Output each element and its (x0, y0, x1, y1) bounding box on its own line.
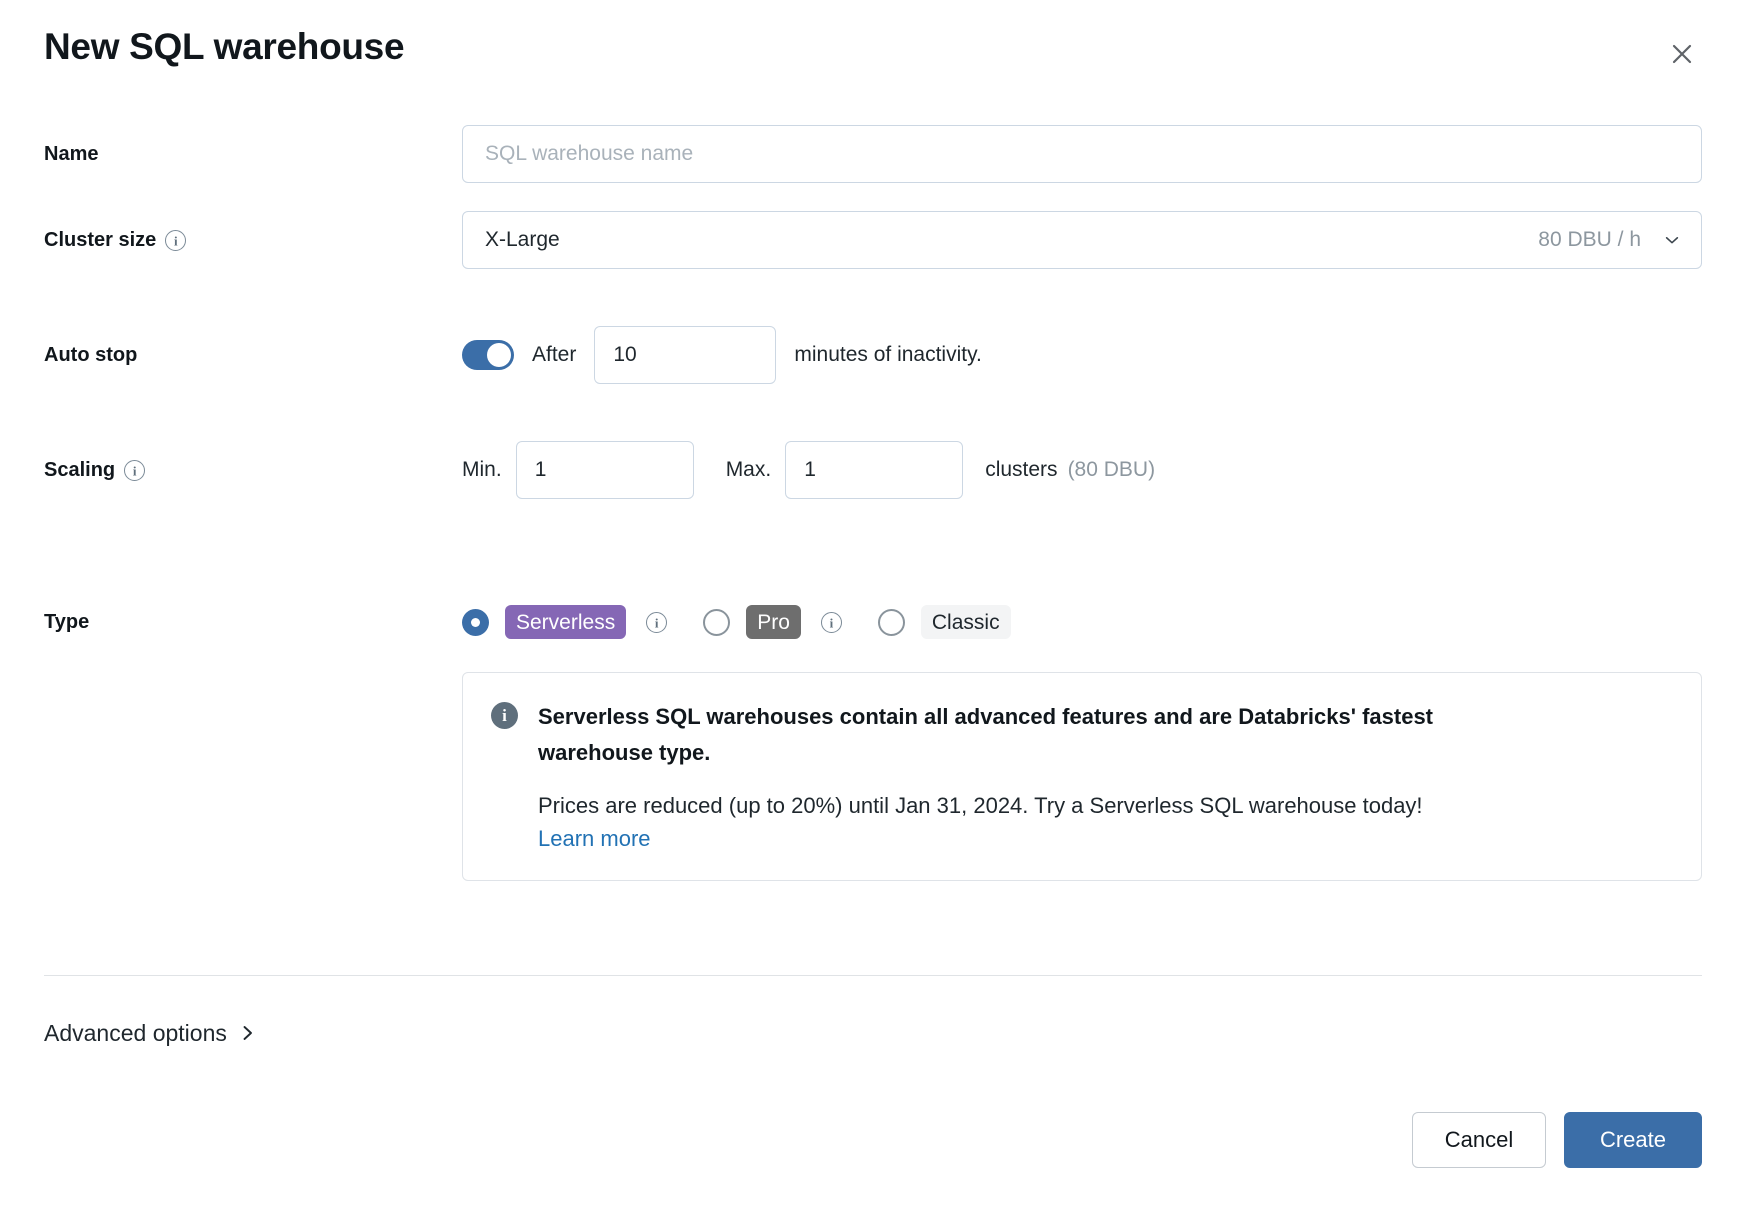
auto-stop-control: After minutes of inactivity. (462, 326, 1702, 384)
type-badge-pro[interactable]: Pro (746, 605, 801, 639)
learn-more-link[interactable]: Learn more (538, 826, 651, 852)
cancel-button[interactable]: Cancel (1412, 1112, 1546, 1168)
name-control (462, 125, 1702, 183)
auto-stop-after-label: After (532, 343, 576, 367)
cluster-size-info-icon[interactable]: i (165, 230, 186, 251)
type-label-text: Type (44, 609, 89, 635)
row-type: Type Serverless i Pro i Classic (44, 556, 1702, 881)
type-options: Serverless i Pro i Classic (462, 604, 1011, 640)
cluster-size-control: X-Large 80 DBU / h (462, 211, 1702, 269)
row-scaling: Scaling i Min. Max. clusters (80 DBU) (44, 441, 1702, 556)
name-label-text: Name (44, 141, 98, 167)
type-label: Type (44, 604, 462, 640)
row-auto-stop: Auto stop After minutes of inactivity. (44, 326, 1702, 441)
auto-stop-toggle[interactable] (462, 340, 514, 370)
notice-info-icon: i (491, 702, 518, 729)
type-radio-pro[interactable] (703, 609, 730, 636)
new-sql-warehouse-dialog: New SQL warehouse Name Cluster size i (0, 0, 1746, 1220)
type-radio-classic[interactable] (878, 609, 905, 636)
cluster-size-label: Cluster size i (44, 211, 462, 269)
advanced-options-label: Advanced options (44, 1018, 227, 1048)
advanced-options-toggle[interactable]: Advanced options (44, 1018, 256, 1048)
scaling-info-icon[interactable]: i (124, 460, 145, 481)
serverless-notice: i Serverless SQL warehouses contain all … (462, 672, 1702, 881)
close-glyph (1667, 39, 1697, 69)
create-button[interactable]: Create (1564, 1112, 1702, 1168)
chevron-down-icon (1663, 231, 1681, 249)
scaling-max-input[interactable] (785, 441, 963, 499)
scaling-min-label: Min. (462, 458, 502, 482)
close-icon[interactable] (1662, 34, 1702, 74)
dialog-footer: Cancel Create (1412, 1112, 1702, 1168)
toggle-knob (487, 343, 511, 367)
form-body: Name Cluster size i X-Large 80 DBU / h (44, 125, 1702, 881)
auto-stop-suffix: minutes of inactivity. (794, 343, 982, 367)
scaling-clusters-label: clusters (985, 458, 1057, 482)
page-title: New SQL warehouse (44, 24, 1702, 70)
chevron-right-icon (240, 1023, 256, 1043)
warehouse-name-input[interactable] (462, 125, 1702, 183)
type-radio-serverless[interactable] (462, 609, 489, 636)
scaling-max-label: Max. (726, 458, 772, 482)
type-info-icon-serverless[interactable]: i (646, 612, 667, 633)
cluster-size-value: X-Large (485, 228, 1538, 252)
cluster-size-select[interactable]: X-Large 80 DBU / h (462, 211, 1702, 269)
cluster-size-label-text: Cluster size (44, 227, 156, 253)
auto-stop-label-text: Auto stop (44, 342, 137, 368)
name-label: Name (44, 125, 462, 183)
dialog-header: New SQL warehouse (44, 24, 1702, 94)
cluster-size-dbu-rate: 80 DBU / h (1538, 228, 1641, 252)
divider (44, 975, 1702, 976)
row-name: Name (44, 125, 1702, 211)
scaling-control: Min. Max. clusters (80 DBU) (462, 441, 1702, 499)
notice-body: Serverless SQL warehouses contain all ad… (538, 699, 1671, 852)
row-cluster-size: Cluster size i X-Large 80 DBU / h (44, 211, 1702, 326)
type-badge-classic[interactable]: Classic (921, 605, 1011, 639)
scaling-label-text: Scaling (44, 457, 115, 483)
type-badge-serverless[interactable]: Serverless (505, 605, 626, 639)
notice-title: Serverless SQL warehouses contain all ad… (538, 699, 1548, 771)
auto-stop-minutes-input[interactable] (594, 326, 776, 384)
auto-stop-label: Auto stop (44, 326, 462, 384)
scaling-dbu-note: (80 DBU) (1068, 458, 1156, 482)
notice-text: Prices are reduced (up to 20%) until Jan… (538, 789, 1671, 823)
scaling-min-input[interactable] (516, 441, 694, 499)
type-info-icon-pro[interactable]: i (821, 612, 842, 633)
type-control: Serverless i Pro i Classic i Serverless … (462, 556, 1702, 881)
scaling-label: Scaling i (44, 441, 462, 499)
